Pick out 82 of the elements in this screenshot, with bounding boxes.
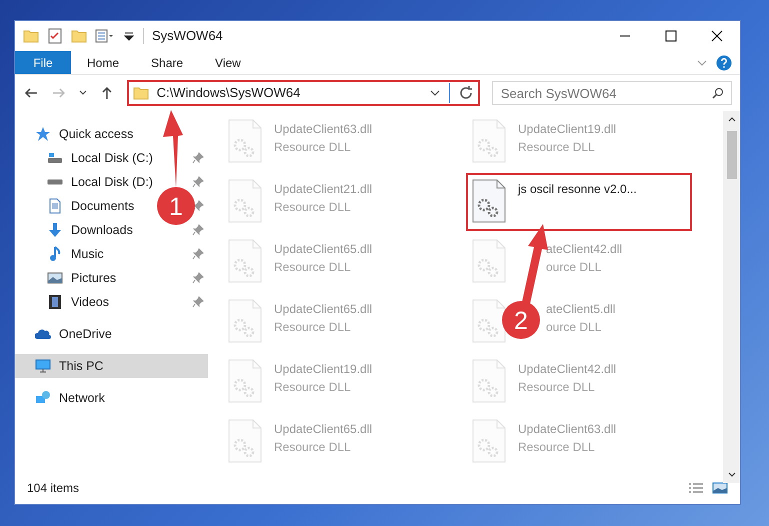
file-type: Resource DLL: [274, 319, 352, 336]
nav-item-label[interactable]: Quick access: [59, 124, 134, 144]
scrollbar-thumb[interactable]: [726, 131, 736, 179]
file-type: ource DLL: [546, 259, 602, 276]
nav-item-label[interactable]: This PC: [59, 356, 104, 376]
nav-item-label[interactable]: Music: [71, 244, 104, 264]
gear-file-icon: [472, 359, 506, 403]
file-type: Resource DLL: [518, 379, 596, 396]
pin-icon[interactable]: [192, 272, 204, 284]
pin-icon[interactable]: [192, 176, 204, 188]
step-number-badge: 1: [157, 187, 195, 225]
close-icon: [711, 30, 723, 42]
dropdown-icon[interactable]: [123, 30, 135, 42]
pin-icon[interactable]: [192, 248, 204, 260]
film-icon: [47, 294, 63, 310]
help-icon[interactable]: [716, 54, 732, 70]
chevron-up-icon[interactable]: [728, 115, 736, 123]
pin-icon[interactable]: [192, 224, 204, 236]
nav-item-label[interactable]: Videos: [71, 292, 109, 312]
gear-file-icon: [228, 359, 262, 403]
file-type: Resource DLL: [518, 139, 596, 156]
network-icon: [35, 390, 51, 406]
step-number-badge: 2: [502, 301, 540, 339]
computer-icon: [35, 358, 51, 374]
folder-icon: [132, 85, 149, 101]
pin-icon[interactable]: [192, 296, 204, 308]
nav-item-label[interactable]: Local Disk (C:): [71, 148, 153, 168]
file-type: Resource DLL: [518, 439, 596, 456]
file-type: Resource DLL: [274, 259, 352, 276]
pin-icon[interactable]: [192, 200, 204, 212]
ribbon-tab[interactable]: View: [199, 51, 257, 74]
nav-item-label[interactable]: OneDrive: [59, 324, 112, 344]
folder-icon: [23, 28, 39, 44]
file-type: Resource DLL: [274, 439, 352, 456]
search-icon[interactable]: [712, 87, 724, 99]
properties-icon[interactable]: [95, 28, 115, 44]
pin-icon[interactable]: [192, 152, 204, 164]
thumbnail-view-icon[interactable]: [712, 482, 728, 494]
file-type: ource DLL: [546, 319, 602, 336]
music-note-icon: [47, 246, 63, 262]
maximize-icon: [665, 30, 677, 42]
picture-icon: [47, 270, 63, 286]
file-type: Resource DLL: [274, 199, 352, 216]
chevron-down-icon[interactable]: [728, 471, 736, 479]
document-icon: [47, 198, 63, 214]
gear-file-icon: [472, 419, 506, 463]
selected-nav-item[interactable]: This PC: [15, 354, 208, 378]
nav-item-label[interactable]: Pictures: [71, 268, 116, 288]
details-view-icon[interactable]: [688, 482, 704, 494]
gear-file-icon: [228, 179, 262, 223]
nav-item-label[interactable]: Documents: [71, 196, 134, 216]
gear-file-icon: [228, 239, 262, 283]
file-type: Resource DLL: [274, 379, 352, 396]
gear-file-icon: [472, 239, 506, 283]
scrollbar[interactable]: [723, 111, 740, 483]
gear-file-icon: [472, 179, 506, 223]
address-bar[interactable]: C:\Windows\SysWOW64: [126, 80, 480, 106]
gear-file-icon: [472, 299, 506, 343]
gear-file-icon: [228, 119, 262, 163]
nav-item-label[interactable]: Local Disk (D:): [71, 172, 153, 192]
address-path: C:\Windows\SysWOW64: [156, 84, 300, 102]
star-icon: [35, 126, 51, 142]
refresh-icon[interactable]: [458, 85, 474, 101]
ribbon-tab[interactable]: Share: [135, 51, 200, 74]
gear-file-icon: [228, 419, 262, 463]
gear-file-icon: [472, 119, 506, 163]
file-name[interactable]: js oscil resonne v2.0...: [518, 180, 637, 198]
window-title: SysWOW64: [152, 27, 223, 46]
nav-item-label[interactable]: Downloads: [71, 220, 133, 240]
new-folder-icon: [71, 28, 87, 44]
item-count: 104 items: [27, 480, 80, 497]
file-menu-button[interactable]: File: [15, 51, 71, 74]
chevron-down-icon[interactable]: [78, 89, 87, 97]
checklist-icon[interactable]: [47, 28, 63, 44]
drive-icon: [47, 179, 63, 185]
drive-icon: [47, 150, 63, 166]
ribbon-tab[interactable]: Home: [71, 51, 136, 74]
gear-file-icon: [228, 299, 262, 343]
file-type: Resource DLL: [274, 139, 352, 156]
down-arrow-icon: [47, 222, 63, 238]
search-field[interactable]: Search SysWOW64: [492, 81, 732, 105]
nav-item-label[interactable]: Network: [59, 388, 105, 408]
